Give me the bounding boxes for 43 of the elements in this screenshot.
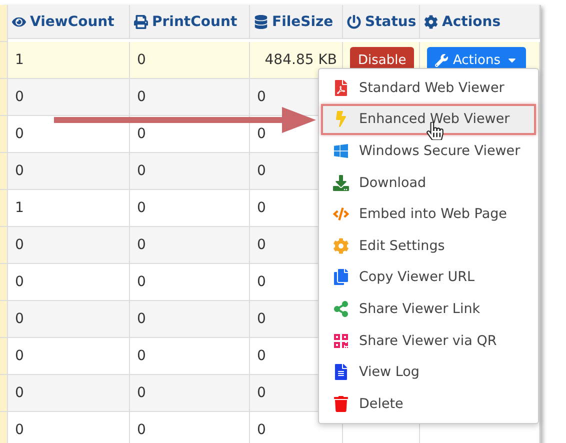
table-cell: 0 — [130, 375, 250, 412]
table-cell: 0 — [8, 264, 130, 301]
table-cell: 1 — [8, 42, 130, 79]
table-cell: 0 — [130, 153, 250, 190]
database-icon — [254, 14, 268, 28]
copy-icon — [333, 269, 349, 286]
trash-icon — [333, 396, 349, 412]
table-cell: 0 — [130, 338, 250, 375]
pdf-file-icon — [333, 80, 349, 96]
table-cell: 0 — [8, 153, 130, 190]
share-icon — [333, 300, 349, 317]
column-label: Actions — [442, 14, 501, 30]
settings-icon — [333, 238, 349, 254]
table-cell: 0 — [130, 190, 250, 227]
table-cell: 0 — [130, 79, 250, 116]
table-cell: 1 — [8, 190, 130, 227]
settings-icon — [424, 14, 438, 28]
lightning-icon — [333, 111, 349, 128]
table-cell: 0 — [130, 227, 250, 264]
menu-item[interactable]: Enhanced Web Viewer — [321, 104, 536, 136]
code-icon — [333, 206, 349, 222]
column-label: Status — [365, 14, 416, 30]
table-cell: 0 — [8, 227, 130, 264]
eye-icon — [12, 14, 26, 28]
table-cell: 0 — [130, 42, 250, 79]
document-icon — [333, 364, 349, 380]
hand-cursor-icon — [426, 122, 444, 140]
column-label: PrintCount — [152, 14, 238, 30]
download-icon — [333, 174, 349, 191]
qr-code-icon — [333, 332, 349, 349]
table-cell: 0 — [8, 375, 130, 412]
table-cell: 0 — [130, 301, 250, 338]
table-cell: 0 — [8, 338, 130, 375]
column-label: FileSize — [272, 14, 334, 30]
table-cell: 484.85 KB — [250, 42, 343, 79]
power-icon — [347, 14, 361, 28]
table-cell: 0 — [130, 264, 250, 301]
windows-icon — [333, 142, 349, 159]
column-label: ViewCount — [30, 14, 114, 30]
table-cell: 0 — [8, 116, 130, 153]
printer-icon — [134, 14, 148, 28]
table-cell: 0 — [8, 79, 130, 116]
table-cell: 0 — [8, 301, 130, 338]
